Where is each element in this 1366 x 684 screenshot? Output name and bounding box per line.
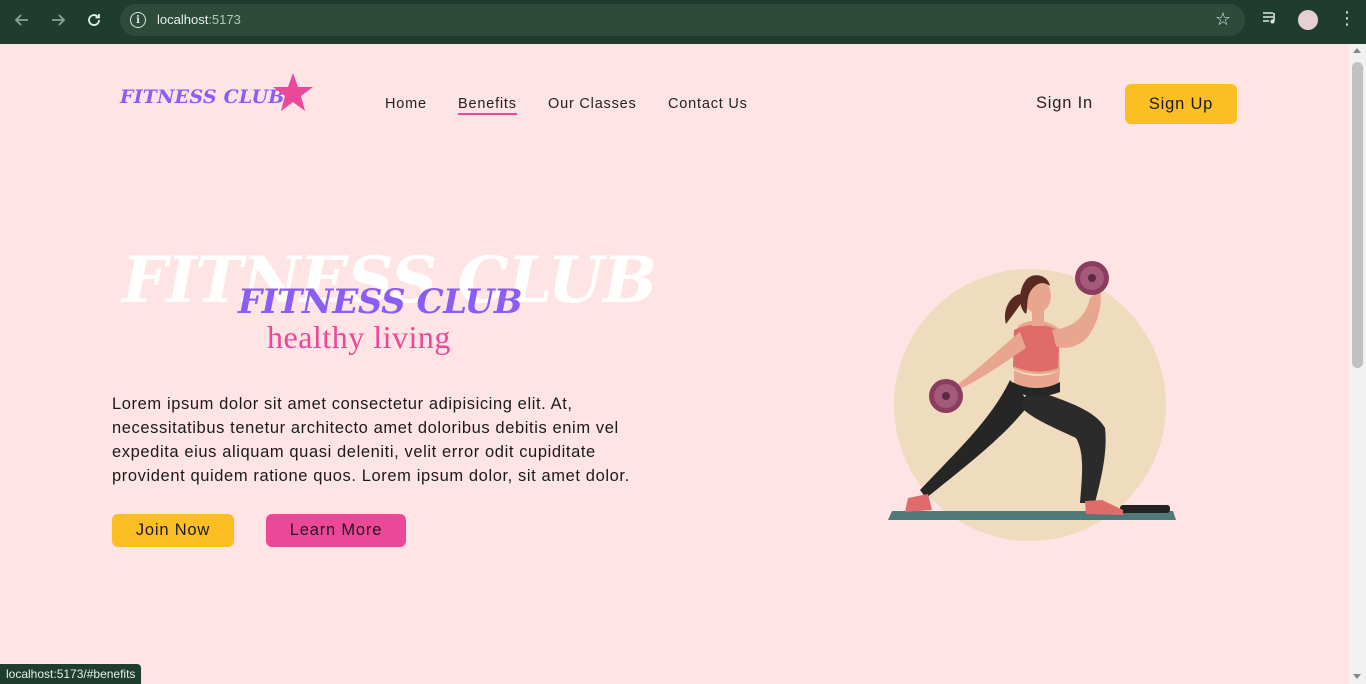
page-scrollbar[interactable]	[1349, 44, 1366, 684]
info-icon[interactable]: i	[130, 12, 146, 28]
media-icon[interactable]	[1262, 10, 1280, 28]
hero-title: FITNESS CLUB	[238, 282, 523, 322]
fitness-woman-illustration	[888, 261, 1176, 541]
forward-icon[interactable]	[46, 8, 70, 32]
star-icon[interactable]: ☆	[1215, 9, 1231, 30]
scroll-down-icon[interactable]	[1353, 674, 1361, 679]
nav-contact-us[interactable]: Contact Us	[668, 96, 748, 112]
back-icon[interactable]	[10, 8, 34, 32]
hero-subtitle: healthy living	[267, 319, 451, 355]
scroll-up-icon[interactable]	[1353, 48, 1361, 53]
browser-toolbar: i localhost:5173 ☆ ⋮	[0, 0, 1366, 44]
url-host: localhost	[157, 12, 209, 27]
url-port: :5173	[208, 12, 241, 27]
sign-up-button[interactable]: Sign Up	[1125, 84, 1237, 124]
join-now-button[interactable]: Join Now	[112, 514, 234, 547]
star-logo-icon	[273, 73, 313, 111]
reload-icon[interactable]	[82, 8, 106, 32]
logo-text: FITNESS CLUB	[120, 86, 285, 108]
address-bar[interactable]: i localhost:5173 ☆	[120, 4, 1245, 36]
sign-in-link[interactable]: Sign In	[1036, 94, 1093, 113]
hero-paragraph: Lorem ipsum dolor sit amet consectetur a…	[112, 395, 630, 485]
profile-avatar[interactable]	[1298, 10, 1318, 30]
learn-more-button[interactable]: Learn More	[266, 514, 406, 547]
status-bar-url: localhost:5173/#benefits	[0, 664, 142, 684]
url-text[interactable]: localhost:5173	[157, 12, 241, 27]
nav-our-classes[interactable]: Our Classes	[548, 96, 637, 112]
scroll-thumb[interactable]	[1352, 62, 1363, 368]
nav-home[interactable]: Home	[385, 96, 427, 112]
site-logo[interactable]: FITNESS CLUB	[120, 72, 320, 116]
more-vert-icon[interactable]: ⋮	[1338, 9, 1356, 27]
nav-benefits[interactable]: Benefits	[458, 96, 517, 115]
